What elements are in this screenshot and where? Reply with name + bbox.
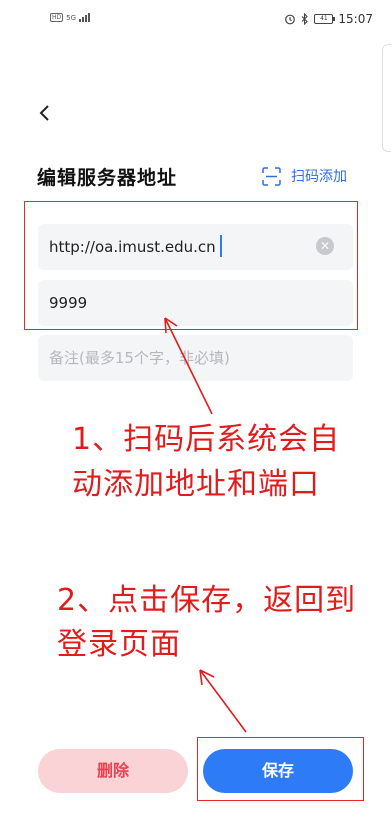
arrow-to-save: [199, 669, 247, 733]
annotation-step1-line2: 动添加地址和端口: [72, 467, 320, 502]
arrow-to-fields: [164, 317, 213, 415]
annotation-step2-line2: 登录页面: [57, 627, 181, 662]
annotation-step2-line1: 2、点击保存，返回到: [57, 583, 357, 618]
delete-button[interactable]: 删除: [38, 749, 188, 793]
annotation-arrows: [164, 317, 247, 733]
save-button[interactable]: 保存: [203, 749, 353, 793]
annotation-step1-line1: 1、扫码后系统会自: [72, 422, 341, 457]
